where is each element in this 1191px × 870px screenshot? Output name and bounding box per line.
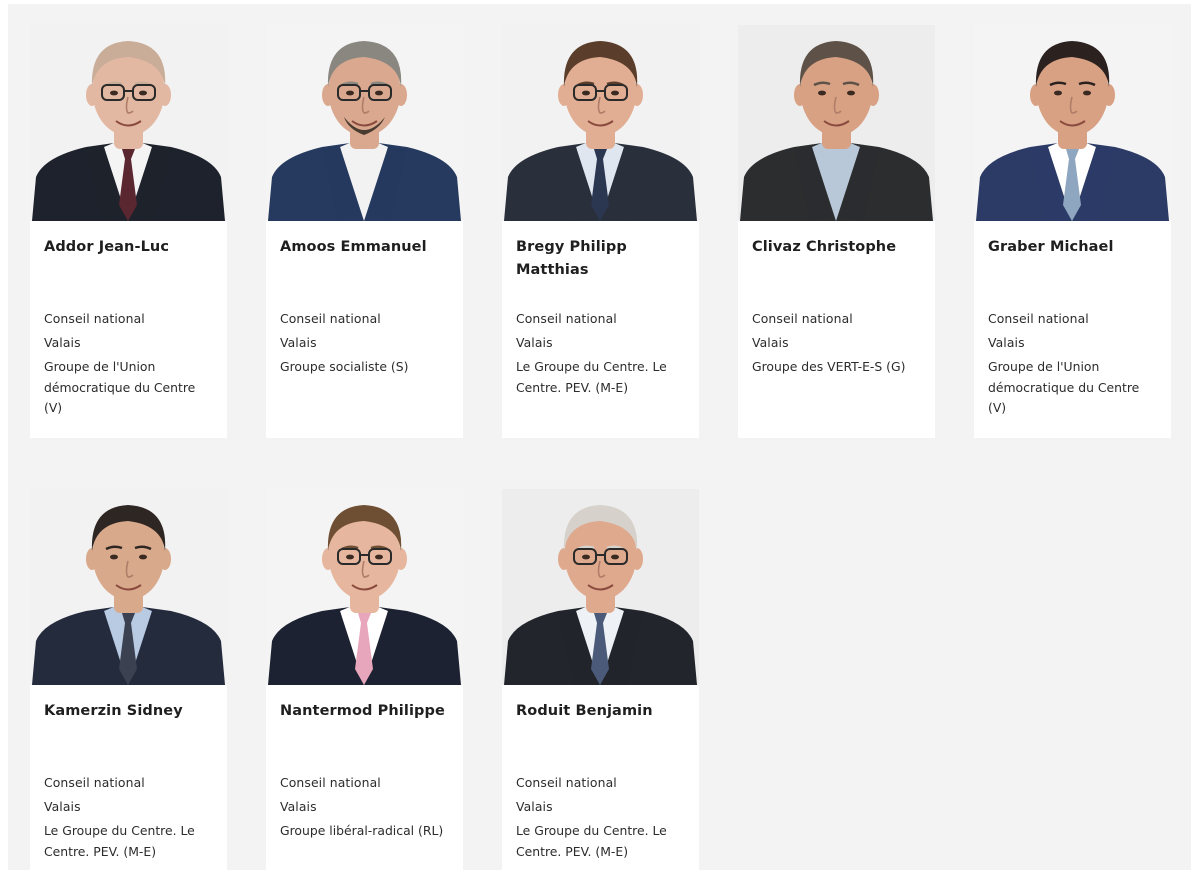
member-card[interactable]: Graber Michael Conseil national Valais G…: [974, 25, 1171, 438]
member-council: Conseil national: [516, 775, 617, 790]
member-canton: Valais: [280, 799, 317, 814]
member-name[interactable]: Roduit Benjamin: [516, 700, 688, 723]
member-canton: Valais: [44, 335, 81, 350]
member-name[interactable]: Graber Michael: [988, 236, 1160, 259]
member-canton: Valais: [752, 335, 789, 350]
member-canton: Valais: [516, 799, 553, 814]
member-details: Conseil national Valais Groupe des VERT-…: [752, 309, 924, 378]
member-group: Le Groupe du Centre. Le Centre. PEV. (M-…: [516, 359, 667, 395]
member-name[interactable]: Clivaz Christophe: [752, 236, 924, 259]
member-card[interactable]: Nantermod Philippe Conseil national Vala…: [266, 489, 463, 870]
member-card[interactable]: Kamerzin Sidney Conseil national Valais …: [30, 489, 227, 870]
member-council: Conseil national: [44, 775, 145, 790]
member-council: Conseil national: [280, 775, 381, 790]
member-council: Conseil national: [516, 311, 617, 326]
member-photo[interactable]: [502, 489, 699, 685]
member-group: Le Groupe du Centre. Le Centre. PEV. (M-…: [44, 823, 195, 859]
member-council: Conseil national: [988, 311, 1089, 326]
member-details: Conseil national Valais Le Groupe du Cen…: [516, 773, 688, 862]
portrait-illustration: [738, 25, 935, 221]
member-photo[interactable]: [266, 25, 463, 221]
member-group: Groupe socialiste (S): [280, 359, 409, 374]
member-name[interactable]: Bregy Philipp Matthias: [516, 236, 688, 282]
portrait-illustration: [502, 25, 699, 221]
member-group: Le Groupe du Centre. Le Centre. PEV. (M-…: [516, 823, 667, 859]
member-canton: Valais: [516, 335, 553, 350]
member-details: Conseil national Valais Groupe libéral-r…: [280, 773, 452, 842]
member-canton: Valais: [44, 799, 81, 814]
member-council: Conseil national: [752, 311, 853, 326]
member-group: Groupe de l'Union démocratique du Centre…: [44, 359, 196, 415]
member-name[interactable]: Nantermod Philippe: [280, 700, 452, 723]
member-card[interactable]: Clivaz Christophe Conseil national Valai…: [738, 25, 935, 438]
member-photo[interactable]: [738, 25, 935, 221]
member-photo[interactable]: [502, 25, 699, 221]
member-group: Groupe libéral-radical (RL): [280, 823, 444, 838]
member-council: Conseil national: [44, 311, 145, 326]
portrait-illustration: [502, 489, 699, 685]
member-photo[interactable]: [974, 25, 1171, 221]
member-group: Groupe de l'Union démocratique du Centre…: [988, 359, 1140, 415]
portrait-illustration: [266, 489, 463, 685]
member-card[interactable]: Addor Jean-Luc Conseil national Valais G…: [30, 25, 227, 438]
member-group: Groupe des VERT-E-S (G): [752, 359, 906, 374]
member-name[interactable]: Kamerzin Sidney: [44, 700, 216, 723]
member-name[interactable]: Addor Jean-Luc: [44, 236, 216, 259]
member-photo[interactable]: [30, 489, 227, 685]
member-details: Conseil national Valais Groupe de l'Unio…: [988, 309, 1160, 419]
member-photo[interactable]: [30, 25, 227, 221]
member-photo[interactable]: [266, 489, 463, 685]
member-canton: Valais: [280, 335, 317, 350]
member-details: Conseil national Valais Groupe de l'Unio…: [44, 309, 216, 419]
member-card[interactable]: Amoos Emmanuel Conseil national Valais G…: [266, 25, 463, 438]
member-card[interactable]: Roduit Benjamin Conseil national Valais …: [502, 489, 699, 870]
member-details: Conseil national Valais Le Groupe du Cen…: [44, 773, 216, 862]
member-name[interactable]: Amoos Emmanuel: [280, 236, 452, 259]
portrait-illustration: [266, 25, 463, 221]
portrait-illustration: [30, 25, 227, 221]
member-council: Conseil national: [280, 311, 381, 326]
portrait-illustration: [30, 489, 227, 685]
member-details: Conseil national Valais Le Groupe du Cen…: [516, 309, 688, 398]
member-canton: Valais: [988, 335, 1025, 350]
members-grid: Addor Jean-Luc Conseil national Valais G…: [8, 4, 1191, 870]
portrait-illustration: [974, 25, 1171, 221]
member-card[interactable]: Bregy Philipp Matthias Conseil national …: [502, 25, 699, 438]
member-details: Conseil national Valais Groupe socialist…: [280, 309, 452, 378]
